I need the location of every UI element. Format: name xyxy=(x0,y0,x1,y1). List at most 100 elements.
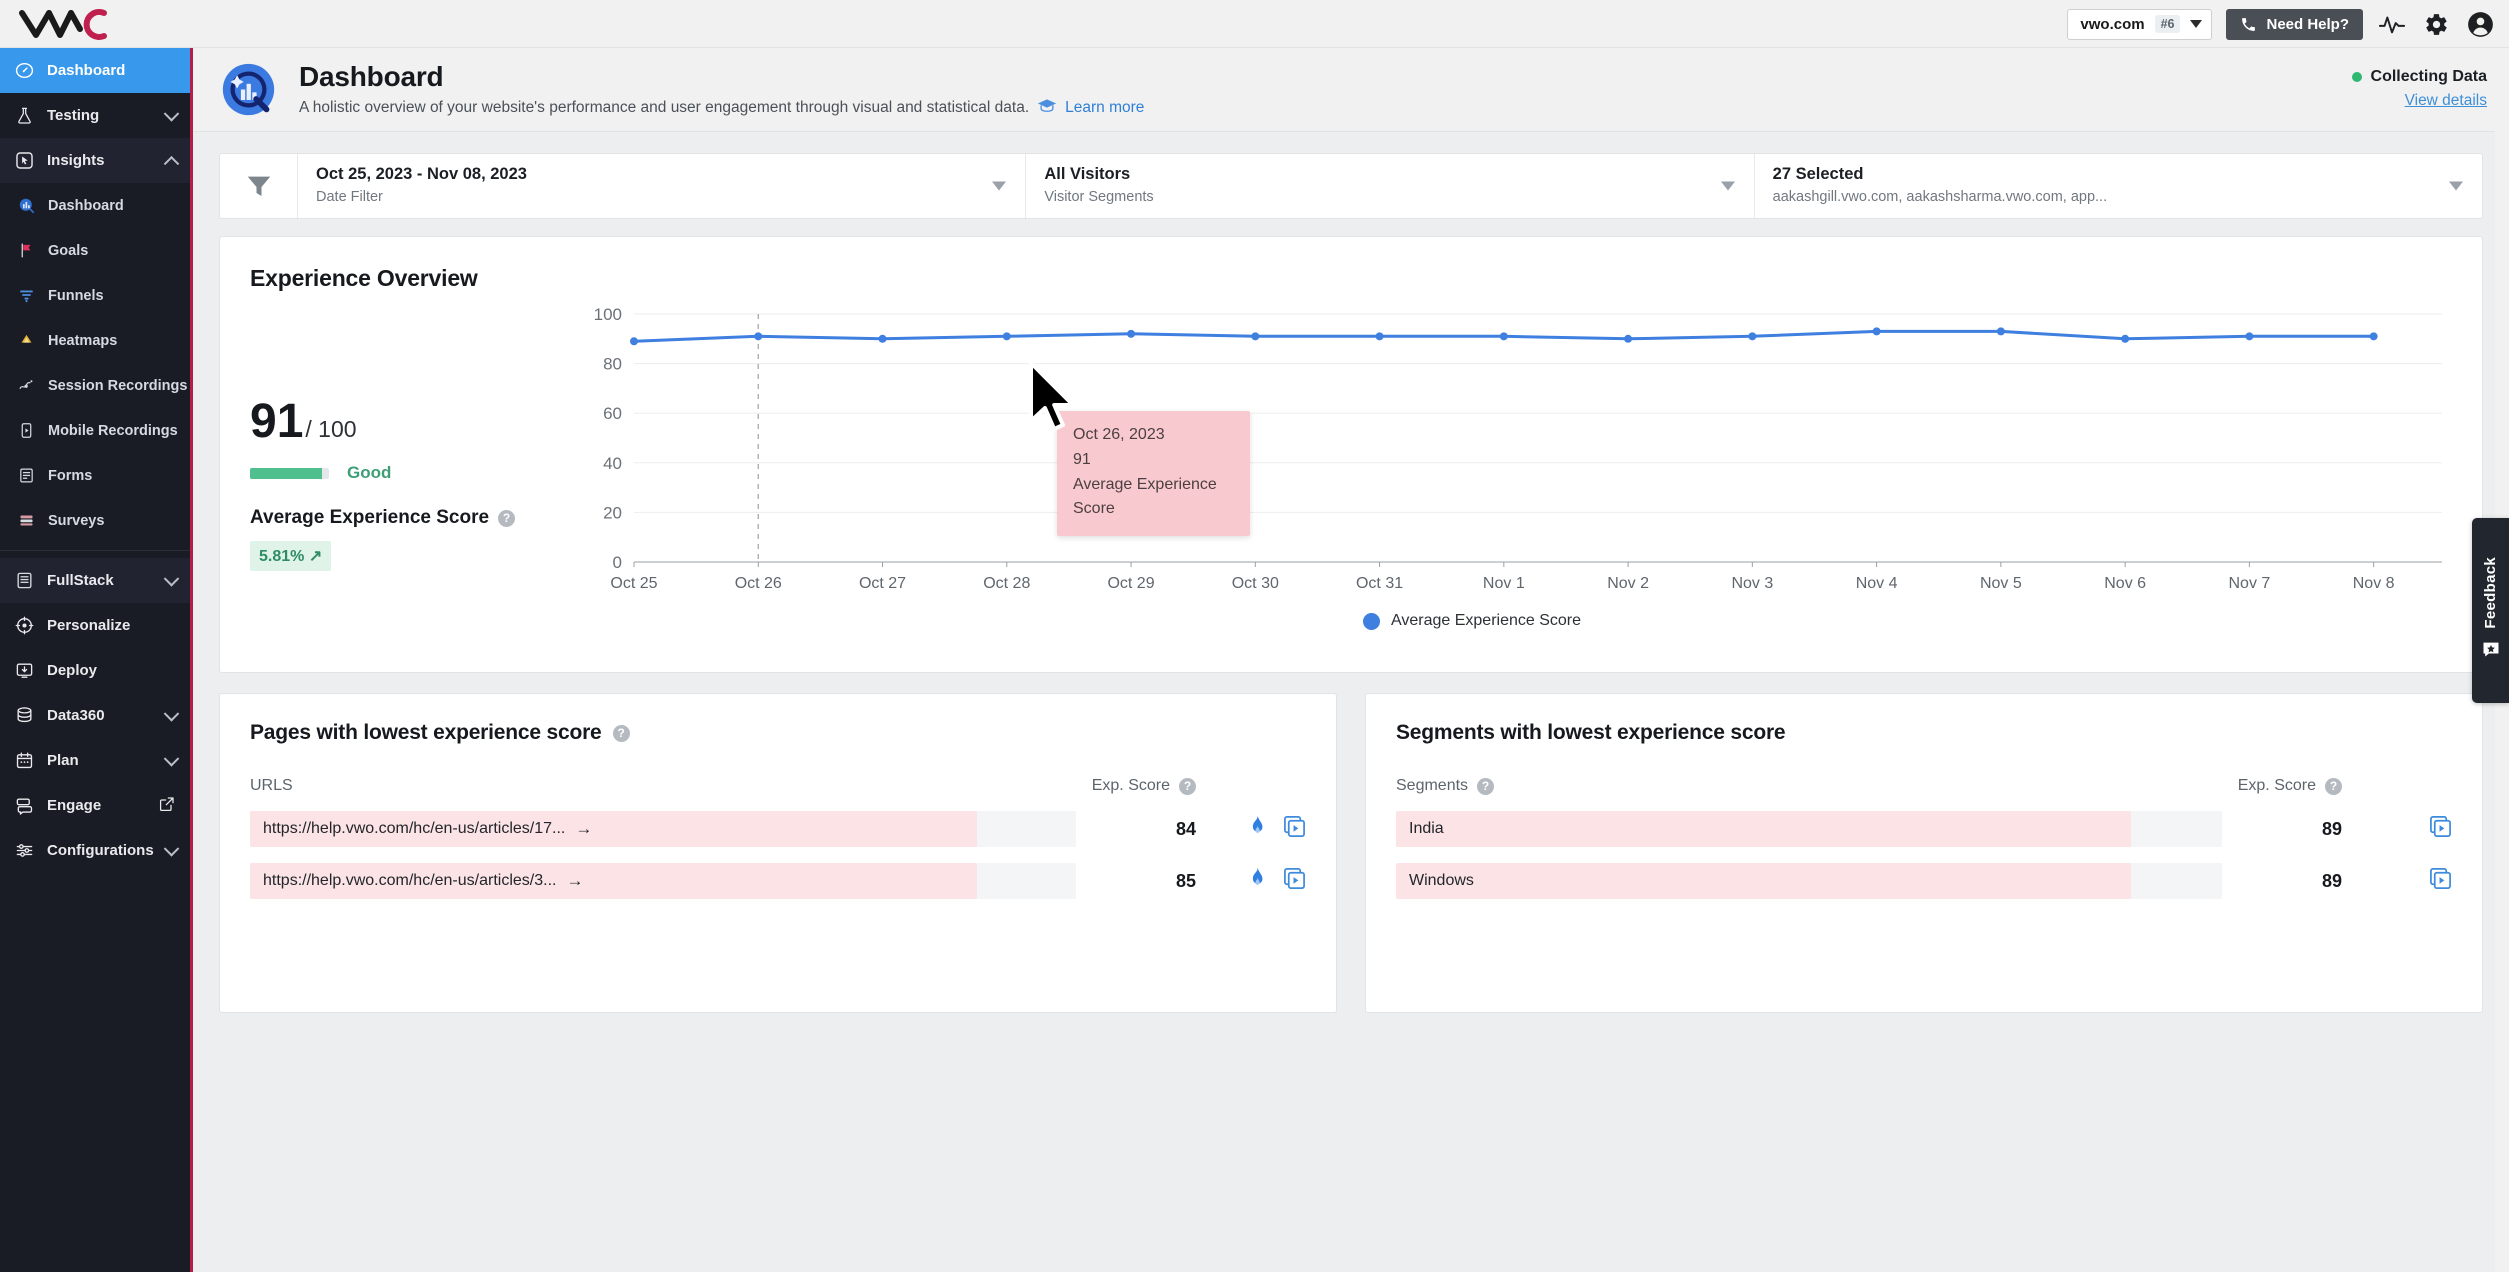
sidebar-item-plan[interactable]: Plan xyxy=(0,738,190,783)
sidebar-item-data360[interactable]: Data360 xyxy=(0,693,190,738)
svg-text:Nov 2: Nov 2 xyxy=(1607,575,1649,592)
score-value: 91 xyxy=(250,395,304,448)
svg-text:Nov 6: Nov 6 xyxy=(2104,575,2146,592)
table-row[interactable]: https://help.vwo.com/hc/en-us/articles/1… xyxy=(250,811,1306,847)
sidebar-item-surveys[interactable]: Surveys xyxy=(0,498,190,543)
vwo-logo[interactable] xyxy=(18,6,138,42)
svg-text:Oct 27: Oct 27 xyxy=(859,575,906,592)
sidebar-item-personalize[interactable]: Personalize xyxy=(0,603,190,648)
chevron-down-icon xyxy=(163,750,180,767)
help-icon[interactable]: ? xyxy=(2325,777,2342,795)
filter-wrap: Oct 25, 2023 - Nov 08, 2023 Date Filter … xyxy=(193,132,2509,219)
server-icon xyxy=(14,571,34,591)
sidebar-label: Surveys xyxy=(48,512,105,529)
svg-text:Nov 3: Nov 3 xyxy=(1731,575,1773,592)
sidebar-item-fullstack[interactable]: FullStack xyxy=(0,558,190,603)
pages-panel-title: Pages with lowest experience score xyxy=(250,721,602,744)
sites-filter[interactable]: 27 Selected aakashgill.vwo.com, aakashsh… xyxy=(1755,154,2482,218)
heatmap-flame-icon[interactable] xyxy=(1248,814,1267,844)
sidebar-label: Personalize xyxy=(47,617,131,634)
feedback-tab[interactable]: Feedback xyxy=(2472,518,2509,703)
recording-play-icon[interactable] xyxy=(2429,815,2452,843)
open-url-arrow-icon[interactable]: → xyxy=(575,819,592,839)
sidebar-item-insights[interactable]: Insights xyxy=(0,138,190,183)
user-avatar-icon[interactable] xyxy=(2465,9,2495,39)
table-row[interactable]: https://help.vwo.com/hc/en-us/articles/3… xyxy=(250,863,1306,899)
recording-play-icon[interactable] xyxy=(2429,867,2452,895)
sidebar-item-configurations[interactable]: Configurations xyxy=(0,828,190,873)
sidebar-item-testing[interactable]: Testing xyxy=(0,93,190,138)
sidebar-item-funnels[interactable]: Funnels xyxy=(0,273,190,318)
pages-panel-title-row: Pages with lowest experience score ? xyxy=(250,721,1306,745)
heatmap-flame-icon[interactable] xyxy=(1248,866,1267,896)
score-meter-fill xyxy=(250,467,322,479)
svg-text:Nov 8: Nov 8 xyxy=(2353,575,2395,592)
sidebar-item-deploy[interactable]: Deploy xyxy=(0,648,190,693)
score-row: 91/ 100 xyxy=(250,398,570,446)
sidebar-label: Session Recordings xyxy=(48,377,188,394)
segments-table-body: India 89 Windows 89 xyxy=(1396,811,2452,899)
row-bar: India xyxy=(1396,811,2222,847)
chevron-down-icon xyxy=(163,105,180,122)
svg-text:80: 80 xyxy=(603,355,622,374)
help-icon[interactable]: ? xyxy=(498,509,516,527)
open-url-arrow-icon[interactable]: → xyxy=(566,871,583,891)
need-help-button[interactable]: Need Help? xyxy=(2226,8,2363,40)
chevron-down-icon xyxy=(163,705,180,722)
sidebar-item-heatmaps[interactable]: Heatmaps xyxy=(0,318,190,363)
graduation-cap-icon xyxy=(1037,98,1057,119)
delta-badge: 5.81% ↗ xyxy=(250,541,332,571)
segments-lowest-score-panel: Segments with lowest experience score Se… xyxy=(1365,693,2483,1013)
target-icon xyxy=(14,616,34,636)
sidebar-item-insights-dashboard[interactable]: Dashboard xyxy=(0,183,190,228)
filter-icon[interactable] xyxy=(220,154,298,218)
help-icon[interactable]: ? xyxy=(1179,777,1196,795)
sidebar-label: Dashboard xyxy=(48,197,124,214)
learn-more-link[interactable]: Learn more xyxy=(1065,99,1144,117)
table-row[interactable]: India 89 xyxy=(1396,811,2452,847)
svg-text:Oct 31: Oct 31 xyxy=(1356,575,1403,592)
help-icon[interactable]: ? xyxy=(612,724,630,742)
view-details-link[interactable]: View details xyxy=(2352,92,2487,110)
status-dot-icon xyxy=(2351,72,2362,82)
recording-play-icon[interactable] xyxy=(1283,867,1306,896)
score-column: 91/ 100 Good Average Experience Score ? … xyxy=(250,306,570,646)
score-meter xyxy=(250,467,329,479)
sidebar-item-goals[interactable]: Goals xyxy=(0,228,190,273)
svg-text:Oct 29: Oct 29 xyxy=(1107,575,1154,592)
external-link-icon xyxy=(159,796,175,816)
chevron-down-icon xyxy=(992,181,1007,191)
sidebar-item-dashboard[interactable]: Dashboard xyxy=(0,48,190,93)
help-icon[interactable]: ? xyxy=(1477,777,1495,795)
line-chart-svg[interactable]: 0 20 40 60 80 100 Oct 25 Oct 26 Oct 27 Oct 28 Oct … xyxy=(582,306,2452,606)
segments-table-header: Segments ? Exp. Score ? xyxy=(1396,777,2452,795)
segments-col-segment: Segments xyxy=(1396,777,1469,794)
sidebar-label: Testing xyxy=(47,107,100,124)
sidebar-item-session-recordings[interactable]: Session Recordings xyxy=(0,363,190,408)
metric-label: Average Experience Score xyxy=(250,507,490,528)
sidebar-label: Insights xyxy=(47,152,105,169)
row-score: 85 xyxy=(1175,870,1196,891)
sliders-icon xyxy=(14,841,34,861)
segment-filter[interactable]: All Visitors Visitor Segments xyxy=(1026,154,1755,218)
pulse-icon[interactable] xyxy=(2377,9,2407,39)
chevron-down-icon xyxy=(163,840,180,857)
chevron-down-icon xyxy=(163,570,180,587)
date-filter[interactable]: Oct 25, 2023 - Nov 08, 2023 Date Filter xyxy=(298,154,1027,218)
need-help-label: Need Help? xyxy=(2266,15,2349,33)
score-meter-label: Good xyxy=(347,463,392,482)
table-row[interactable]: Windows 89 xyxy=(1396,863,2452,899)
site-selector[interactable]: vwo.com #6 xyxy=(2067,8,2213,40)
gear-icon[interactable] xyxy=(2421,9,2451,39)
svg-text:Oct 28: Oct 28 xyxy=(983,575,1030,592)
recording-play-icon[interactable] xyxy=(1283,815,1306,844)
calendar-icon xyxy=(14,751,34,771)
heatmap-icon xyxy=(17,332,35,350)
flask-icon xyxy=(14,106,34,126)
sidebar-item-mobile-recordings[interactable]: Mobile Recordings xyxy=(0,408,190,453)
sidebar-item-forms[interactable]: Forms xyxy=(0,453,190,498)
sidebar-item-engage[interactable]: Engage xyxy=(0,783,190,828)
segment-filter-value: All Visitors xyxy=(1044,165,1131,183)
sidebar-label: Dashboard xyxy=(47,62,126,79)
row-score: 89 xyxy=(2321,870,2342,891)
